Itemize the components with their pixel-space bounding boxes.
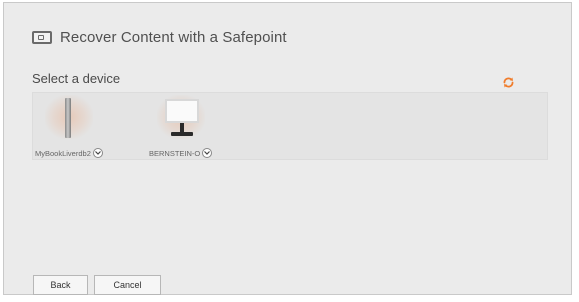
cancel-button[interactable]: Cancel — [94, 275, 161, 295]
dialog-footer: Back Cancel — [33, 275, 161, 295]
back-button[interactable]: Back — [33, 275, 88, 295]
chevron-down-icon[interactable] — [92, 148, 103, 158]
device-name: MyBookLiverdb2 — [35, 148, 91, 158]
device-list: MyBookLiverdb2 BERNSTEIN-O — [32, 92, 548, 160]
nas-tower-icon — [44, 95, 93, 139]
monitor-icon — [156, 95, 205, 139]
select-device-label: Select a device — [32, 71, 121, 86]
device-item-bernstein-o[interactable]: BERNSTEIN-O — [149, 95, 213, 158]
dialog-title: Recover Content with a Safepoint — [60, 29, 287, 46]
safepoint-recovery-dialog: Recover Content with a Safepoint Select … — [3, 2, 572, 295]
refresh-icon[interactable] — [502, 76, 515, 89]
dialog-header: Recover Content with a Safepoint — [32, 29, 287, 46]
device-item-mybookliverdb2[interactable]: MyBookLiverdb2 — [35, 95, 103, 158]
chevron-down-icon[interactable] — [202, 148, 213, 158]
device-name: BERNSTEIN-O — [149, 148, 201, 158]
drive-icon — [32, 31, 52, 44]
